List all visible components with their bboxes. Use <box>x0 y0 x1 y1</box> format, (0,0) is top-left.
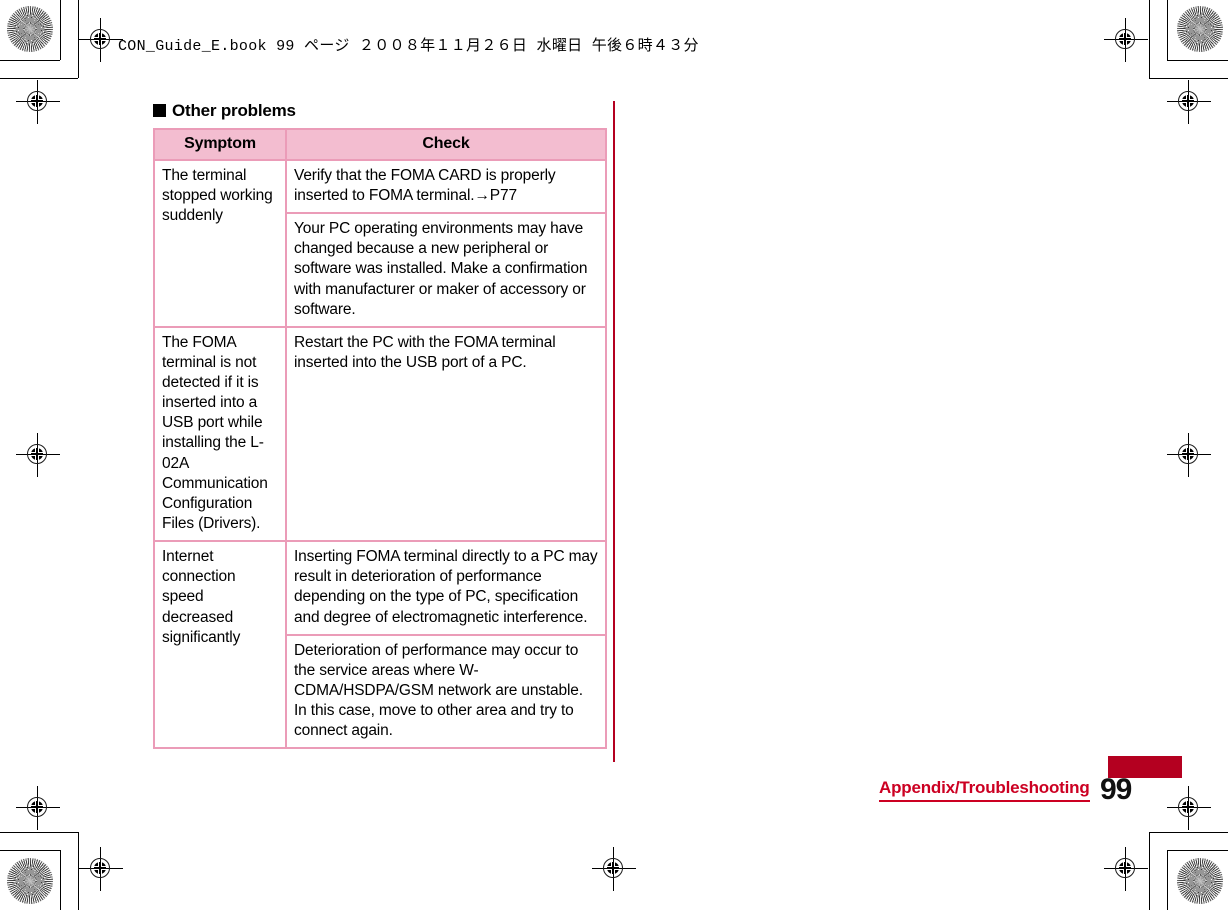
page-side-rule <box>613 101 615 762</box>
crop-line-left-outer-bottom <box>60 850 61 910</box>
table-row: Internet connection speed decreased sign… <box>153 540 607 750</box>
table-row: The terminal stopped working suddenly Ve… <box>153 158 607 328</box>
registration-target-lower-right <box>1167 786 1211 830</box>
check-cell: Deterioration of performance may occur t… <box>285 633 607 750</box>
crop-line-right-outer-bottom <box>1167 850 1168 910</box>
column-header-check: Check <box>285 128 607 161</box>
registration-target-upper-left <box>16 80 60 124</box>
symptom-cell: The terminal stopped working suddenly <box>153 158 287 328</box>
crop-line-top-right-inner <box>1149 78 1228 79</box>
crop-line-top-right-outer <box>1167 60 1228 61</box>
crop-line-bottom-left-inner <box>0 832 78 833</box>
print-slug-line: CON_Guide_E.book 99 ページ ２００８年１１月２６日 水曜日 … <box>118 38 699 55</box>
registration-target-top-left <box>79 18 123 62</box>
crop-line-bottom-right-inner <box>1149 832 1228 833</box>
registration-target-middle-left <box>16 433 60 477</box>
registration-target-bottom-left <box>79 847 123 891</box>
registration-rosette-bottom-right <box>1177 858 1223 904</box>
page-number: 99 <box>1100 773 1132 806</box>
crop-line-right-outer <box>1167 0 1168 60</box>
crop-line-right-inner-bottom <box>1149 832 1150 910</box>
registration-target-bottom-right <box>1104 847 1148 891</box>
crop-line-bottom-left-outer <box>0 850 60 851</box>
crop-line-right-inner <box>1149 0 1150 78</box>
crop-line-top-left-inner <box>0 78 78 79</box>
registration-target-middle-right <box>1167 433 1211 477</box>
other-problems-table: Symptom Check The terminal stopped worki… <box>153 128 607 750</box>
check-cell: Inserting FOMA terminal directly to a PC… <box>285 540 607 636</box>
registration-rosette-bottom-left <box>7 858 53 904</box>
crop-line-top-left-outer <box>0 60 60 61</box>
chapter-title: Appendix/Troubleshooting <box>879 778 1090 802</box>
registration-target-top-right <box>1104 18 1148 62</box>
registration-target-upper-right <box>1167 80 1211 124</box>
check-cell: Restart the PC with the FOMA terminal in… <box>285 325 607 543</box>
filled-square-icon <box>153 104 166 117</box>
registration-rosette-top-right <box>1177 6 1223 52</box>
registration-target-lower-left <box>16 786 60 830</box>
table-header-row: Symptom Check <box>153 128 607 161</box>
section-heading-label: Other problems <box>172 101 296 120</box>
table-row: The FOMA terminal is not detected if it … <box>153 325 607 543</box>
section-heading: Other problems <box>153 101 296 121</box>
symptom-cell: Internet connection speed decreased sign… <box>153 540 287 750</box>
check-cell: Verify that the FOMA CARD is properly in… <box>285 158 607 215</box>
registration-target-bottom-center <box>592 847 636 891</box>
symptom-cell: The FOMA terminal is not detected if it … <box>153 325 287 543</box>
crop-line-left-outer <box>60 0 61 60</box>
column-header-symptom: Symptom <box>153 128 287 161</box>
crop-line-bottom-right-outer <box>1167 850 1228 851</box>
check-cell: Your PC operating environments may have … <box>285 212 607 328</box>
registration-rosette-top-left <box>7 6 53 52</box>
